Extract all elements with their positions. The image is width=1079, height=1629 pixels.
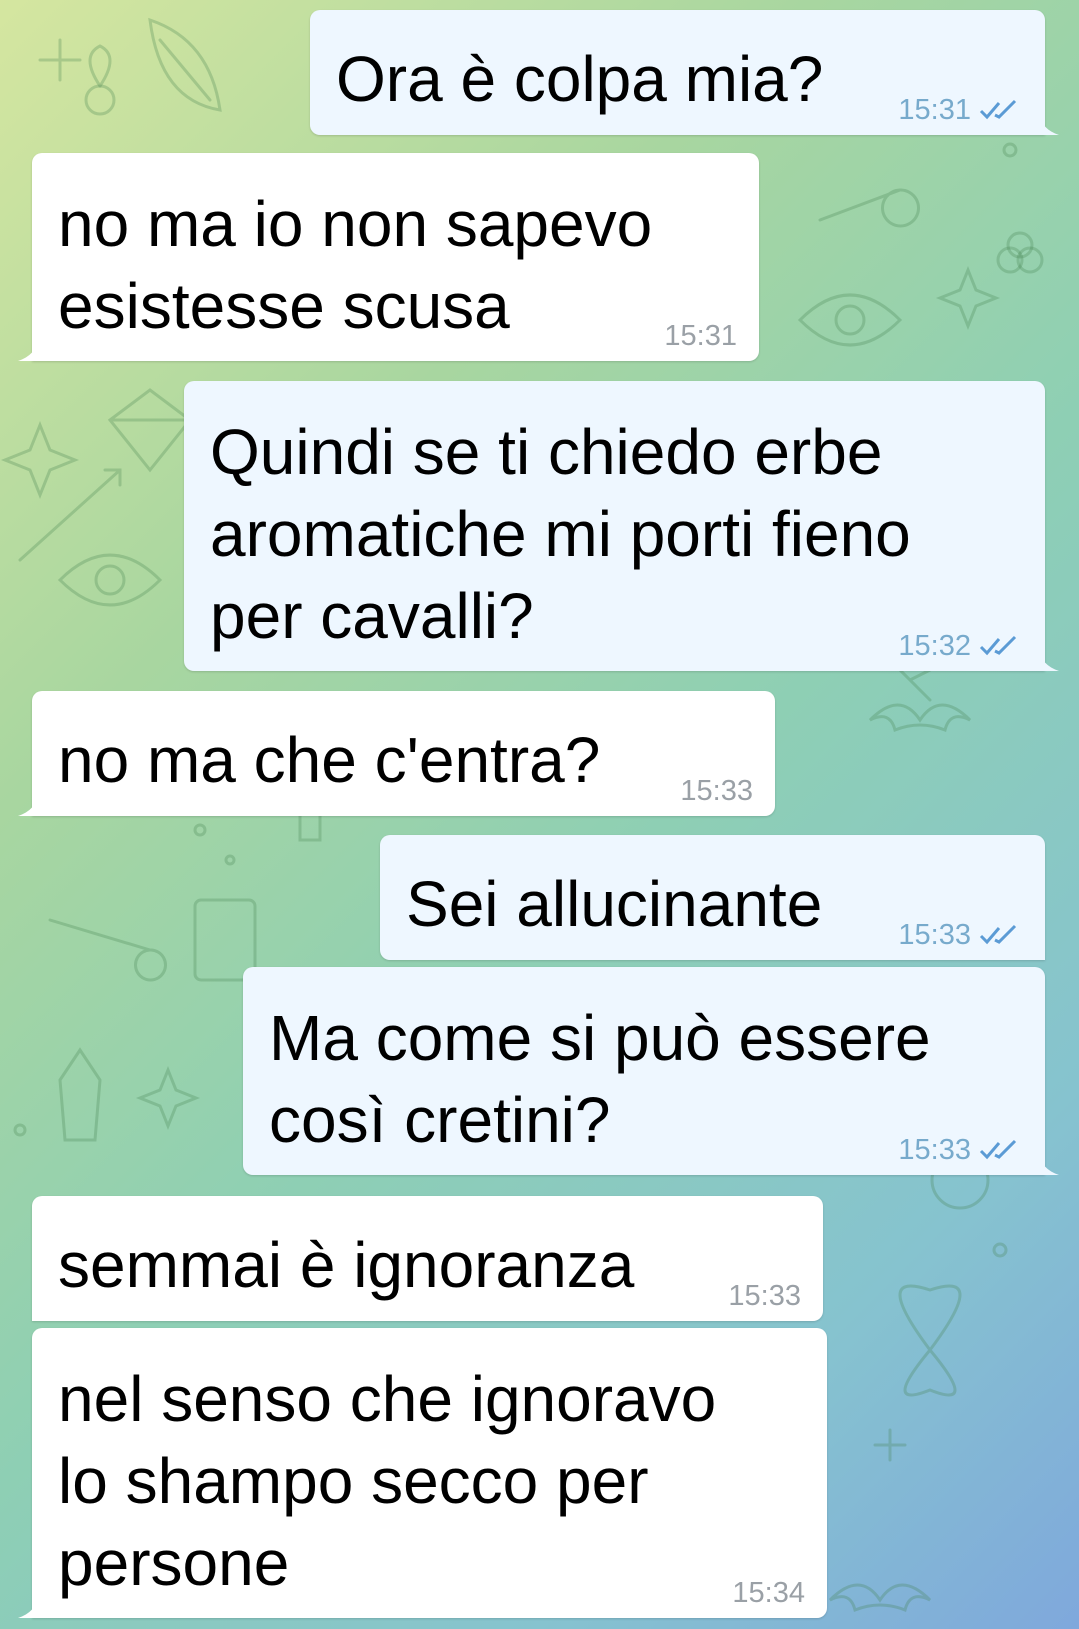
bubble-tail <box>1039 1153 1059 1175</box>
message-text: semmai è ignoranza <box>58 1229 635 1301</box>
bubble-tail <box>18 339 38 361</box>
read-checkmarks-icon <box>979 924 1017 945</box>
message-meta: 15:32 <box>898 629 1023 663</box>
bubble-tail <box>18 1596 38 1618</box>
message-text: no ma io non sapevo esistesse scusa <box>58 188 653 342</box>
bubble-tail <box>1039 649 1059 671</box>
message-incoming[interactable]: no ma che c'entra? 15:33 <box>18 691 775 816</box>
message-time: 15:31 <box>664 320 737 352</box>
read-checkmarks-icon <box>979 99 1017 120</box>
message-text: Quindi se ti chiedo erbe aromatiche mi p… <box>210 416 911 652</box>
message-text: no ma che c'entra? <box>58 724 601 796</box>
message-meta: 15:33 <box>898 1133 1023 1167</box>
message-incoming[interactable]: no ma io non sapevo esistesse scusa 15:3… <box>18 153 759 361</box>
message-time: 15:33 <box>898 1134 971 1166</box>
message-outgoing[interactable]: Sei allucinante 15:33 <box>380 835 1045 960</box>
message-meta: 15:33 <box>728 1279 801 1313</box>
message-text: nel senso che ignoravo lo shampo secco p… <box>58 1363 717 1599</box>
message-outgoing[interactable]: Ma come si può essere così cretini? 15:3… <box>243 967 1059 1175</box>
message-time: 15:33 <box>728 1280 801 1312</box>
message-time: 15:33 <box>898 919 971 951</box>
message-meta: 15:33 <box>680 774 753 808</box>
message-incoming[interactable]: nel senso che ignoravo lo shampo secco p… <box>18 1328 827 1618</box>
message-text: Sei allucinante <box>406 868 823 940</box>
message-meta: 15:31 <box>898 93 1023 127</box>
bubble-tail <box>1039 113 1059 135</box>
message-meta: 15:33 <box>898 918 1023 952</box>
message-time: 15:34 <box>732 1577 805 1609</box>
message-outgoing[interactable]: Ora è colpa mia? 15:31 <box>310 10 1059 135</box>
bubble-tail <box>18 794 38 816</box>
message-meta: 15:34 <box>732 1576 805 1610</box>
read-checkmarks-icon <box>979 1139 1017 1160</box>
message-list[interactable]: Ora è colpa mia? 15:31 no ma io non sape… <box>0 0 1079 1629</box>
message-incoming[interactable]: semmai è ignoranza 15:33 <box>32 1196 823 1321</box>
message-time: 15:33 <box>680 775 753 807</box>
message-text: Ora è colpa mia? <box>336 43 824 115</box>
read-checkmarks-icon <box>979 635 1017 656</box>
message-outgoing[interactable]: Quindi se ti chiedo erbe aromatiche mi p… <box>184 381 1059 671</box>
message-meta: 15:31 <box>664 319 737 353</box>
message-time: 15:32 <box>898 630 971 662</box>
message-time: 15:31 <box>898 94 971 126</box>
